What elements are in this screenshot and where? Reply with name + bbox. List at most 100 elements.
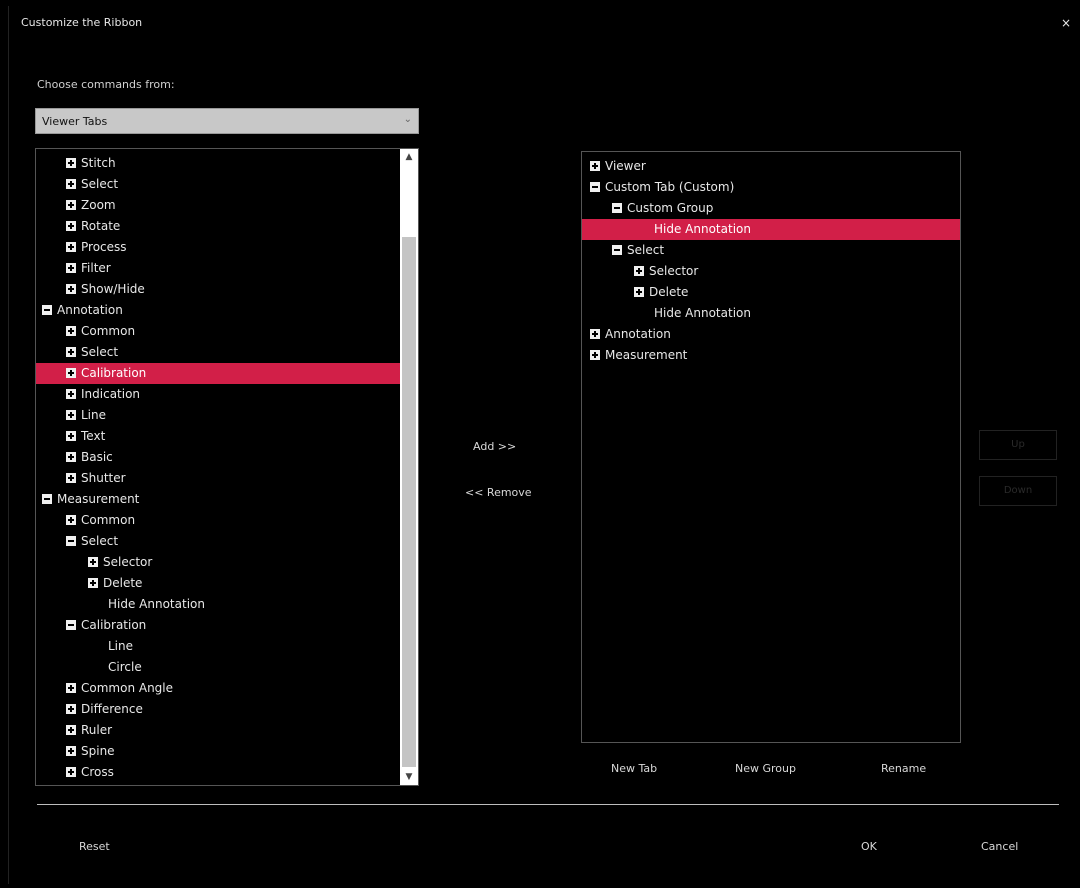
ribbon-tree-item[interactable]: Delete	[582, 282, 960, 303]
expand-plus-icon[interactable]	[66, 451, 76, 462]
new-tab-button[interactable]: New Tab	[611, 762, 657, 775]
ribbon-tree-item[interactable]: Measurement	[582, 345, 960, 366]
expand-plus-icon[interactable]	[634, 265, 644, 276]
ribbon-tree[interactable]: Viewer Custom Tab (Custom) Custom Group Hid…	[581, 151, 961, 743]
add-button[interactable]: Add >>	[473, 440, 516, 453]
commands-tree-item[interactable]: Basic	[36, 447, 400, 468]
commands-tree-item[interactable]: Common Angle	[36, 678, 400, 699]
cancel-button[interactable]: Cancel	[981, 840, 1018, 853]
tree-item-label: Hide Annotation	[654, 306, 751, 320]
expand-plus-icon[interactable]	[66, 724, 76, 735]
expand-plus-icon[interactable]	[66, 409, 76, 420]
ribbon-tree-item[interactable]: Custom Tab (Custom)	[582, 177, 960, 198]
expand-plus-icon[interactable]	[66, 346, 76, 357]
expand-plus-icon[interactable]	[66, 220, 76, 231]
move-up-button[interactable]: Up	[979, 430, 1057, 460]
collapse-minus-icon[interactable]	[612, 202, 622, 213]
expand-plus-icon[interactable]	[66, 157, 76, 168]
commands-tree-item[interactable]: Select	[36, 174, 400, 195]
tree-item-label: Measurement	[57, 492, 140, 506]
commands-tree-item[interactable]: Line	[36, 405, 400, 426]
collapse-minus-icon[interactable]	[612, 244, 622, 255]
commands-tree[interactable]: Stitch Select Zoom Rotate Process Filter Show/…	[35, 148, 419, 786]
expand-plus-icon[interactable]	[590, 328, 600, 339]
ribbon-tree-item[interactable]: Hide Annotation	[582, 219, 960, 240]
commands-tree-item[interactable]: Ruler	[36, 720, 400, 741]
commands-tree-item[interactable]: Process	[36, 237, 400, 258]
commands-tree-item[interactable]: Show/Hide	[36, 279, 400, 300]
collapse-minus-icon[interactable]	[42, 493, 52, 504]
expand-plus-icon[interactable]	[88, 556, 98, 567]
expand-plus-icon[interactable]	[66, 178, 76, 189]
commands-tree-item[interactable]: Selector	[36, 552, 400, 573]
commands-tree-item[interactable]: Spine	[36, 741, 400, 762]
move-down-button[interactable]: Down	[979, 476, 1057, 506]
commands-tree-item[interactable]: Text	[36, 426, 400, 447]
expand-plus-icon[interactable]	[66, 703, 76, 714]
expand-plus-icon[interactable]	[66, 766, 76, 777]
tree-item-label: Custom Tab (Custom)	[605, 180, 735, 194]
commands-tree-item[interactable]: Annotation	[36, 300, 400, 321]
commands-tree-item[interactable]: Calibration	[36, 363, 400, 384]
rename-button[interactable]: Rename	[881, 762, 926, 775]
expand-plus-icon[interactable]	[590, 349, 600, 360]
commands-tree-item[interactable]: Cross	[36, 762, 400, 783]
collapse-minus-icon[interactable]	[42, 304, 52, 315]
expand-plus-icon[interactable]	[66, 514, 76, 525]
ok-button[interactable]: OK	[861, 840, 877, 853]
commands-tree-item[interactable]: Shutter	[36, 468, 400, 489]
ribbon-tree-item[interactable]: Custom Group	[582, 198, 960, 219]
tree-item-label: Difference	[81, 702, 143, 716]
commands-tree-item[interactable]: Circle	[36, 657, 400, 678]
close-icon[interactable]: ×	[1059, 16, 1073, 30]
choose-commands-dropdown[interactable]: Viewer Tabs ⌄	[35, 108, 419, 134]
ribbon-tree-item[interactable]: Annotation	[582, 324, 960, 345]
reset-button[interactable]: Reset	[79, 840, 110, 853]
commands-tree-item[interactable]: Select	[36, 342, 400, 363]
collapse-minus-icon[interactable]	[66, 619, 76, 630]
expand-plus-icon[interactable]	[66, 283, 76, 294]
ribbon-tree-item[interactable]: Select	[582, 240, 960, 261]
expand-plus-icon[interactable]	[590, 160, 600, 171]
footer-divider	[37, 804, 1059, 805]
expand-plus-icon[interactable]	[66, 472, 76, 483]
ribbon-tree-item[interactable]: Selector	[582, 261, 960, 282]
commands-tree-item[interactable]: Filter	[36, 258, 400, 279]
scroll-thumb[interactable]	[402, 237, 416, 767]
commands-tree-item[interactable]: Delete	[36, 573, 400, 594]
scroll-up-icon[interactable]: ▲	[400, 149, 418, 165]
expand-plus-icon[interactable]	[66, 430, 76, 441]
ribbon-tree-item[interactable]: Hide Annotation	[582, 303, 960, 324]
commands-tree-item[interactable]: Hide Annotation	[36, 594, 400, 615]
scroll-down-icon[interactable]: ▼	[400, 769, 418, 785]
expand-plus-icon[interactable]	[66, 325, 76, 336]
commands-tree-item[interactable]: Indication	[36, 384, 400, 405]
commands-tree-item[interactable]: Calibration	[36, 615, 400, 636]
commands-tree-item[interactable]: Rotate	[36, 216, 400, 237]
commands-tree-item[interactable]: Measurement	[36, 489, 400, 510]
expand-plus-icon[interactable]	[66, 388, 76, 399]
expand-plus-icon[interactable]	[66, 241, 76, 252]
commands-tree-item[interactable]: Select	[36, 531, 400, 552]
commands-tree-item[interactable]: Common	[36, 321, 400, 342]
expand-plus-icon[interactable]	[66, 262, 76, 273]
tree-item-label: Select	[81, 345, 119, 359]
commands-tree-item[interactable]: Stitch	[36, 153, 400, 174]
collapse-minus-icon[interactable]	[590, 181, 600, 192]
expand-plus-icon[interactable]	[66, 682, 76, 693]
expand-plus-icon[interactable]	[66, 199, 76, 210]
remove-button[interactable]: << Remove	[465, 486, 532, 499]
commands-tree-item[interactable]: Zoom	[36, 195, 400, 216]
ribbon-tree-item[interactable]: Viewer	[582, 156, 960, 177]
expand-plus-icon[interactable]	[66, 367, 76, 378]
new-group-button[interactable]: New Group	[735, 762, 796, 775]
expand-plus-icon[interactable]	[66, 745, 76, 756]
collapse-minus-icon[interactable]	[66, 535, 76, 546]
commands-tree-item[interactable]: Difference	[36, 699, 400, 720]
expand-plus-icon[interactable]	[634, 286, 644, 297]
commands-tree-scrollbar[interactable]: ▲ ▼	[400, 149, 418, 785]
commands-tree-item[interactable]: Common	[36, 510, 400, 531]
expand-plus-icon[interactable]	[88, 577, 98, 588]
commands-tree-item[interactable]: Line	[36, 636, 400, 657]
tree-item-label: Viewer	[605, 159, 646, 173]
